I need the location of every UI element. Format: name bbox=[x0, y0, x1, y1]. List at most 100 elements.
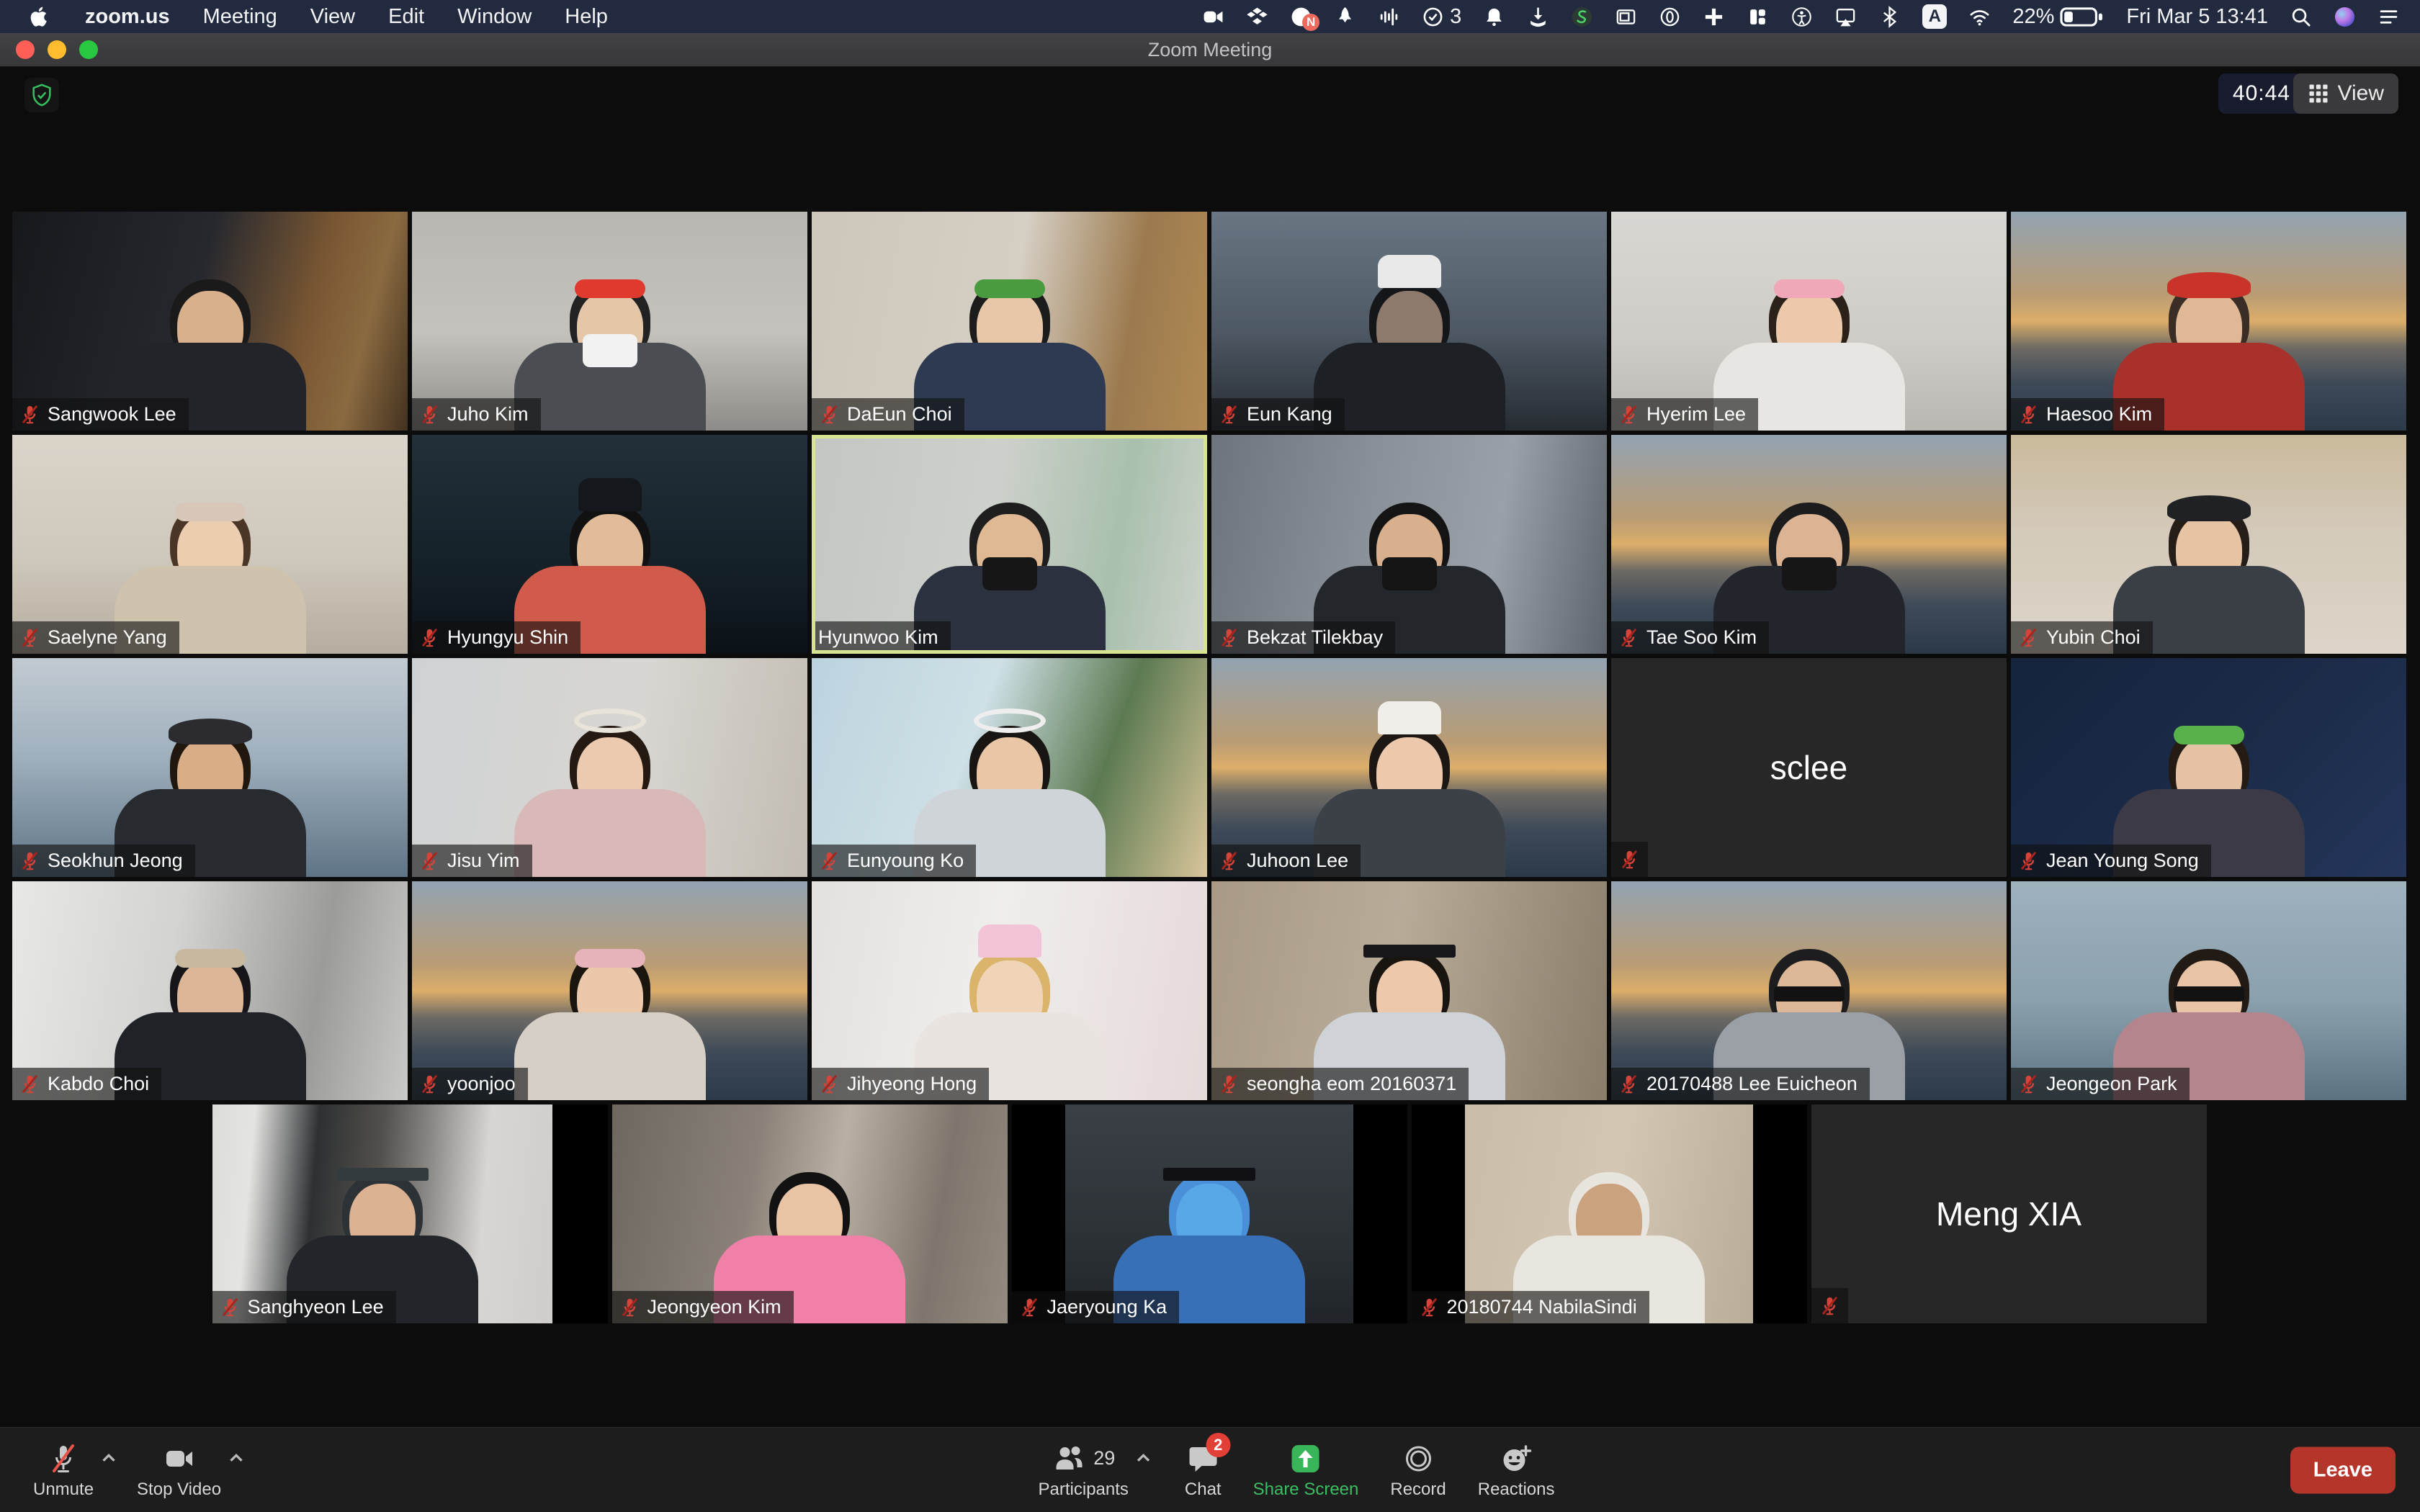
window-manager-icon[interactable] bbox=[1615, 6, 1637, 28]
band-filter bbox=[1774, 279, 1845, 298]
participant-tile[interactable]: Seokhun Jeong bbox=[12, 658, 408, 877]
muted-mic-icon bbox=[418, 850, 441, 872]
chat-button[interactable]: 2 Chat bbox=[1185, 1441, 1222, 1500]
nameplate: Jaeryoung Ka bbox=[1012, 1291, 1180, 1323]
participant-tile[interactable]: Sanghyeon Lee bbox=[212, 1104, 608, 1323]
participant-tile[interactable]: Haesoo Kim bbox=[2011, 212, 2406, 431]
menu-item-help[interactable]: Help bbox=[565, 5, 608, 29]
bluetooth-icon[interactable] bbox=[1878, 6, 1901, 28]
meeting-security-button[interactable] bbox=[24, 78, 59, 112]
participant-tile[interactable]: 20180744 NabilaSindi bbox=[1412, 1104, 1807, 1323]
participant-name: Jihyeong Hong bbox=[847, 1073, 977, 1095]
participant-name: Yubin Choi bbox=[2046, 626, 2141, 649]
unmute-button[interactable]: Unmute bbox=[33, 1441, 94, 1500]
participant-tile[interactable]: DaEun Choi bbox=[812, 212, 1207, 431]
zero-circle-icon[interactable] bbox=[1659, 6, 1681, 28]
participant-name: Saelyne Yang bbox=[48, 626, 167, 649]
participant-tile[interactable]: Hyungyu Shin bbox=[412, 435, 807, 654]
chat-notification-icon[interactable]: N bbox=[1290, 6, 1312, 28]
control-center-icon[interactable] bbox=[2378, 6, 2400, 28]
participant-name: Jaeryoung Ka bbox=[1047, 1296, 1168, 1318]
menu-item-edit[interactable]: Edit bbox=[388, 5, 424, 29]
participant-tile[interactable]: Sangwook Lee bbox=[12, 212, 408, 431]
download-icon[interactable] bbox=[1527, 6, 1549, 28]
window-title-bar: Zoom Meeting bbox=[0, 33, 2420, 67]
participant-tile[interactable]: Jisu Yim bbox=[412, 658, 807, 877]
participant-tile[interactable]: Hyerim Lee bbox=[1611, 212, 2007, 431]
apple-menu-icon[interactable] bbox=[27, 4, 52, 29]
fullscreen-window-button[interactable] bbox=[79, 40, 98, 59]
nameplate: Hyerim Lee bbox=[1611, 398, 1758, 431]
participant-tile[interactable]: Yubin Choi bbox=[2011, 435, 2406, 654]
shades-filter bbox=[2174, 986, 2244, 1002]
split-view-icon[interactable] bbox=[1747, 6, 1769, 28]
participant-tile[interactable]: Kabdo Choi bbox=[12, 881, 408, 1100]
participant-tile[interactable]: Saelyne Yang bbox=[12, 435, 408, 654]
menu-item-zoomus[interactable]: zoom.us bbox=[85, 5, 170, 29]
participants-options-chevron[interactable] bbox=[1133, 1447, 1155, 1469]
face-mask bbox=[583, 334, 637, 367]
muted-mic-icon bbox=[1819, 1295, 1841, 1317]
video-options-chevron[interactable] bbox=[225, 1447, 247, 1469]
participant-tile[interactable]: Juhoon Lee bbox=[1211, 658, 1607, 877]
menu-item-meeting[interactable]: Meeting bbox=[203, 5, 277, 29]
record-button[interactable]: Record bbox=[1390, 1441, 1446, 1500]
share-screen-button[interactable]: Share Screen bbox=[1253, 1441, 1359, 1500]
participant-tile[interactable]: Jean Young Song bbox=[2011, 658, 2406, 877]
zoom-video-icon[interactable] bbox=[1202, 6, 1224, 28]
leave-button[interactable]: Leave bbox=[2290, 1447, 2396, 1494]
participant-tile[interactable]: Bekzat Tilekbay bbox=[1211, 435, 1607, 654]
menu-item-view[interactable]: View bbox=[310, 5, 355, 29]
nameplate: Hyunwoo Kim bbox=[812, 621, 951, 654]
participant-tile[interactable]: Jihyeong Hong bbox=[812, 881, 1207, 1100]
battery-icon[interactable]: 22% bbox=[2012, 5, 2105, 29]
participant-tile[interactable]: sclee bbox=[1611, 658, 2007, 877]
participants-count: 29 bbox=[1093, 1447, 1115, 1470]
participant-tile[interactable]: Jaeryoung Ka bbox=[1012, 1104, 1407, 1323]
bell-icon[interactable] bbox=[1483, 6, 1505, 28]
participant-name: Tae Soo Kim bbox=[1646, 626, 1757, 649]
close-window-button[interactable] bbox=[16, 40, 35, 59]
view-button[interactable]: View bbox=[2293, 73, 2398, 114]
participant-tile[interactable]: 20170488 Lee Euicheon bbox=[1611, 881, 2007, 1100]
participant-tile[interactable]: Jeongyeon Kim bbox=[612, 1104, 1008, 1323]
menu-clock[interactable]: Fri Mar 5 13:41 bbox=[2126, 5, 2268, 29]
participant-tile[interactable]: yoonjoo bbox=[412, 881, 807, 1100]
participant-tile[interactable]: Tae Soo Kim bbox=[1611, 435, 2007, 654]
menu-clock: Fri Mar 5 13:41 bbox=[2126, 5, 2268, 29]
participant-tile[interactable]: seongha eom 20160371 bbox=[1211, 881, 1607, 1100]
dropbox-icon[interactable] bbox=[1246, 6, 1268, 28]
participant-tile[interactable]: Eunyoung Ko bbox=[812, 658, 1207, 877]
reactions-button[interactable]: Reactions bbox=[1478, 1441, 1555, 1500]
rocket-icon[interactable] bbox=[1334, 6, 1356, 28]
airplay-icon[interactable] bbox=[1834, 6, 1857, 28]
audio-levels-icon[interactable] bbox=[1378, 6, 1400, 28]
participant-tile[interactable]: Jeongeon Park bbox=[2011, 881, 2406, 1100]
stop-video-button[interactable]: Stop Video bbox=[137, 1441, 221, 1500]
shortcut-s-icon[interactable] bbox=[1571, 6, 1593, 28]
muted-mic-icon bbox=[2017, 1073, 2040, 1095]
accessibility-icon[interactable] bbox=[1791, 6, 1813, 28]
participant-name: Jean Young Song bbox=[2046, 850, 2199, 872]
sync-check-icon[interactable]: 3 bbox=[1422, 5, 1461, 29]
spotlight-search-icon[interactable] bbox=[2290, 6, 2312, 28]
input-source-icon[interactable]: A bbox=[1922, 4, 1947, 29]
widget-plus-icon[interactable] bbox=[1703, 6, 1725, 28]
notification-badge: N bbox=[1302, 14, 1319, 31]
nameplate: Kabdo Choi bbox=[12, 1068, 161, 1100]
participant-tile[interactable]: Meng XIA bbox=[1811, 1104, 2207, 1323]
wifi-icon[interactable] bbox=[1968, 6, 1991, 28]
minimize-window-button[interactable] bbox=[48, 40, 66, 59]
participants-button[interactable]: 29 Participants bbox=[1039, 1441, 1129, 1500]
participant-tile[interactable]: Eun Kang bbox=[1211, 212, 1607, 431]
participant-tile[interactable]: Juho Kim bbox=[412, 212, 807, 431]
share-screen-label: Share Screen bbox=[1253, 1480, 1359, 1500]
chat-label: Chat bbox=[1185, 1480, 1222, 1500]
siri-icon[interactable] bbox=[2334, 6, 2356, 28]
menu-item-window[interactable]: Window bbox=[457, 5, 532, 29]
participant-name: Jeongeon Park bbox=[2046, 1073, 2177, 1095]
audio-options-chevron[interactable] bbox=[98, 1447, 120, 1469]
participant-tile[interactable]: Hyunwoo Kim bbox=[812, 435, 1207, 654]
reactions-label: Reactions bbox=[1478, 1480, 1555, 1500]
participant-name: Seokhun Jeong bbox=[48, 850, 183, 872]
